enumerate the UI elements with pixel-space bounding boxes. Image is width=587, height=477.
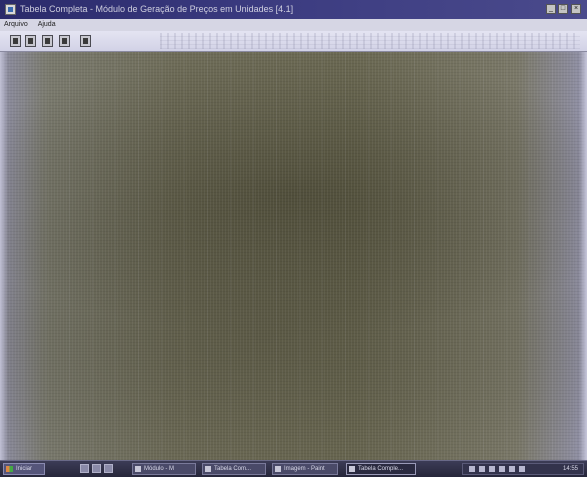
minimize-button[interactable]: _ — [546, 4, 556, 14]
taskbar-button-paint[interactable]: Imagem - Paint — [272, 463, 338, 475]
taskbar: Iniciar Módulo - M Tabela Com... Imagem … — [0, 460, 587, 477]
start-button-label: Iniciar — [16, 466, 33, 472]
left-window-border — [0, 52, 8, 460]
network-icon[interactable] — [469, 466, 475, 472]
exit-icon[interactable] — [80, 35, 91, 47]
edit-icon[interactable] — [59, 35, 70, 47]
vertical-scrollbar[interactable] — [579, 52, 587, 460]
app-icon — [135, 466, 141, 472]
app-icon[interactable] — [5, 4, 16, 15]
print-icon[interactable] — [25, 35, 36, 47]
taskbar-button-label: Módulo - M — [144, 466, 175, 472]
window-titlebar[interactable]: Tabela Completa - Módulo de Geração de P… — [0, 0, 587, 19]
desktop-screen: Tabela Completa - Módulo de Geração de P… — [0, 0, 587, 477]
taskbar-button-modulo[interactable]: Módulo - M — [132, 463, 196, 475]
menu-bar: Arquivo Ajuda — [0, 19, 587, 31]
window-title: Tabela Completa - Módulo de Geração de P… — [20, 4, 294, 14]
antivirus-icon[interactable] — [489, 466, 495, 472]
taskbar-button-label: Tabela Com... — [214, 466, 252, 472]
toolbar — [0, 31, 587, 52]
windows-logo-icon — [6, 466, 13, 472]
clock[interactable]: 14:55 — [563, 464, 578, 474]
browser-icon[interactable] — [92, 464, 101, 473]
close-button[interactable]: × — [571, 4, 581, 14]
app-icon — [349, 466, 355, 472]
battery-icon[interactable] — [509, 466, 515, 472]
app-icon — [205, 466, 211, 472]
taskbar-button-label: Imagem - Paint — [284, 466, 325, 472]
maximize-button[interactable]: □ — [558, 4, 568, 14]
save-icon[interactable] — [10, 35, 21, 47]
show-desktop-icon[interactable] — [80, 464, 89, 473]
system-tray: 14:55 — [462, 463, 584, 475]
menu-item-arquivo[interactable]: Arquivo — [0, 19, 32, 31]
start-button[interactable]: Iniciar — [3, 463, 45, 475]
media-icon[interactable] — [104, 464, 113, 473]
paint-icon — [275, 466, 281, 472]
toolbar-texture — [160, 33, 580, 49]
workspace-texture — [0, 52, 587, 460]
update-icon[interactable] — [499, 466, 505, 472]
taskbar-button-label: Tabela Comple... — [358, 466, 404, 472]
language-icon[interactable] — [519, 466, 525, 472]
document-workspace[interactable] — [0, 52, 587, 460]
menu-item-ajuda[interactable]: Ajuda — [34, 19, 60, 31]
taskbar-button-tabela-active[interactable]: Tabela Comple... — [346, 463, 416, 475]
taskbar-button-tabela[interactable]: Tabela Com... — [202, 463, 266, 475]
volume-icon[interactable] — [479, 466, 485, 472]
export-icon[interactable] — [42, 35, 53, 47]
